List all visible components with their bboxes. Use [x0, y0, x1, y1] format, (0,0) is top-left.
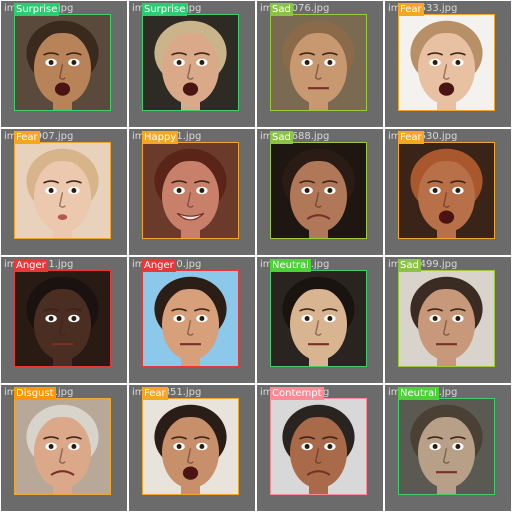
face-bounding-box — [398, 142, 495, 239]
face-bounding-box — [14, 14, 111, 111]
face-image — [15, 271, 110, 366]
face-bounding-box — [270, 270, 367, 367]
image-tile[interactable]: im028901.jpgAnger — [1, 257, 127, 383]
image-tile[interactable]: im028871.jpgHappy — [129, 129, 255, 255]
emotion-label-badge: Neutral — [398, 387, 439, 400]
face-bounding-box — [270, 398, 367, 495]
emotion-label-badge: Disgust — [14, 387, 56, 400]
face-image — [143, 399, 238, 494]
face-image — [271, 15, 366, 110]
image-tile[interactable]: im028639.jpgContempt — [257, 385, 383, 511]
emotion-label-badge: Sad — [270, 3, 293, 16]
face-bounding-box — [14, 270, 111, 367]
image-tile[interactable]: im028484.jpgNeutral — [385, 385, 511, 511]
face-image — [15, 143, 110, 238]
emotion-label-badge: Neutral — [270, 259, 311, 272]
face-image — [143, 143, 238, 238]
face-image — [271, 271, 366, 366]
face-bounding-box — [142, 142, 239, 239]
face-image — [15, 399, 110, 494]
image-tile[interactable]: im028533.jpgFear — [385, 1, 511, 127]
face-bounding-box — [270, 142, 367, 239]
image-tile[interactable]: im028896.jpgDisgust — [1, 385, 127, 511]
face-image — [271, 399, 366, 494]
image-tile[interactable]: im028688.jpg Sad — [257, 129, 383, 255]
face-bounding-box — [270, 14, 367, 111]
face-bounding-box — [14, 398, 111, 495]
emotion-label-badge: Anger — [142, 259, 176, 272]
emotion-label-badge: Fear — [14, 131, 40, 144]
emotion-label-badge: Sad — [270, 131, 293, 144]
face-bounding-box — [142, 270, 239, 367]
face-image — [399, 271, 494, 366]
image-tile[interactable]: im028907.jpgFear — [1, 129, 127, 255]
emotion-label-badge: Sad — [398, 259, 421, 272]
face-bounding-box — [14, 142, 111, 239]
face-bounding-box — [398, 14, 495, 111]
image-tile[interactable]: im029076.jpg Sad — [257, 1, 383, 127]
face-bounding-box — [142, 14, 239, 111]
image-tile[interactable]: im028908.jpgSurprise — [1, 1, 127, 127]
face-image — [15, 15, 110, 110]
face-image — [399, 399, 494, 494]
face-bounding-box — [398, 398, 495, 495]
image-tile[interactable]: im028870.jpgAnger — [129, 257, 255, 383]
image-tile[interactable]: im028878.jpgSurprise — [129, 1, 255, 127]
emotion-label-badge: Anger — [14, 259, 48, 272]
emotion-label-badge: Surprise — [142, 3, 188, 16]
emotion-label-badge: Surprise — [14, 3, 60, 16]
face-image — [143, 15, 238, 110]
face-image — [399, 143, 494, 238]
emotion-label-badge: Happy — [142, 131, 179, 144]
emotion-label-badge: Fear — [398, 3, 424, 16]
face-bounding-box — [142, 398, 239, 495]
face-bounding-box — [398, 270, 495, 367]
image-tile[interactable]: im028530.jpgFear — [385, 129, 511, 255]
face-image — [143, 271, 238, 366]
emotion-label-badge: Contempt — [270, 387, 324, 400]
image-tile[interactable]: im028499.jpg Sad — [385, 257, 511, 383]
image-tile[interactable]: im028646.jpgNeutral — [257, 257, 383, 383]
emotion-label-badge: Fear — [142, 387, 168, 400]
face-image — [399, 15, 494, 110]
emotion-label-badge: Fear — [398, 131, 424, 144]
face-image — [271, 143, 366, 238]
image-grid: im028908.jpgSurpriseim028878.jpgSurprise… — [0, 0, 512, 512]
image-tile[interactable]: im028851.jpgFear — [129, 385, 255, 511]
